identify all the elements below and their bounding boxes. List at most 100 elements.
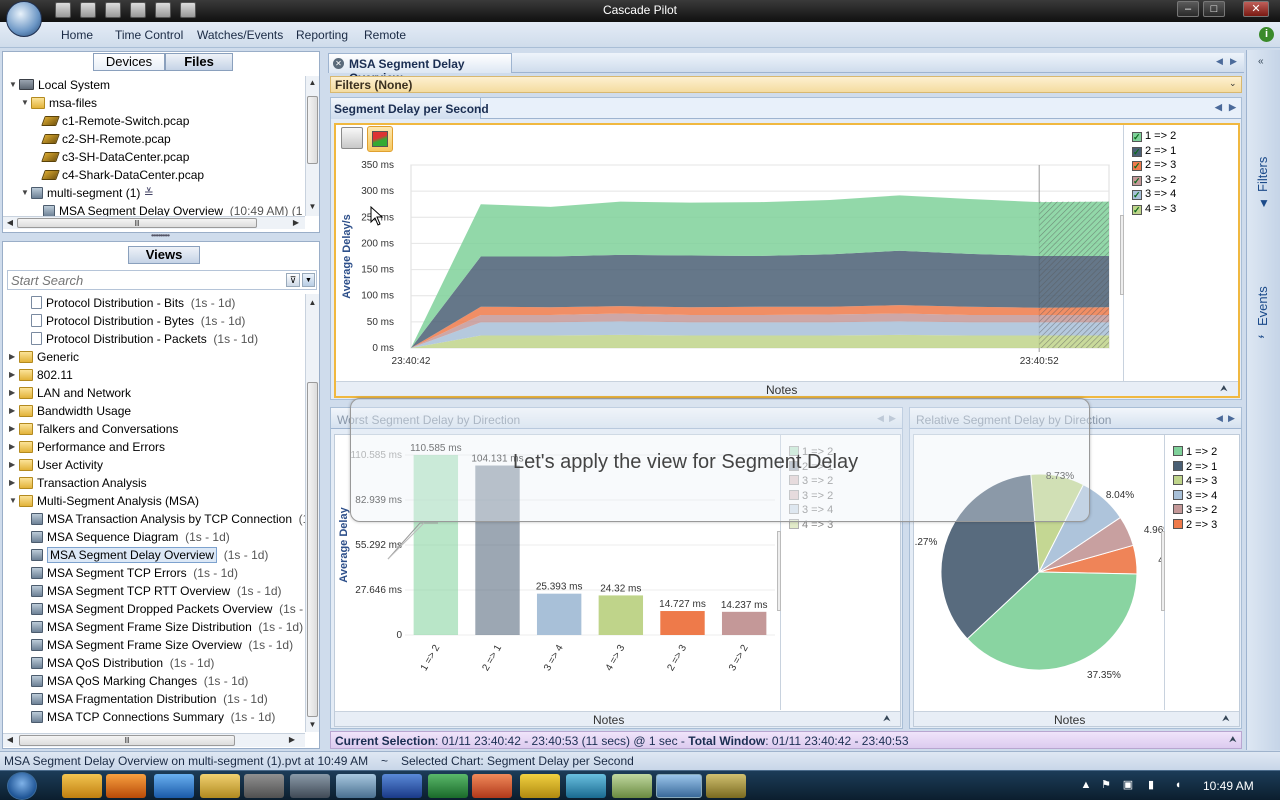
- notes-bar[interactable]: Notes ⮝: [336, 381, 1238, 397]
- file-tree-row[interactable]: ▼ Local System: [9, 76, 110, 94]
- tray-device-icon[interactable]: ▣: [1122, 779, 1134, 791]
- file-tree-row[interactable]: c1-Remote-Switch.pcap: [9, 112, 189, 130]
- file-tree-row[interactable]: c2-SH-Remote.pcap: [9, 130, 171, 148]
- menu-home[interactable]: Home: [61, 28, 93, 42]
- legend-item[interactable]: 4 => 3: [1173, 474, 1217, 488]
- view-tree-row[interactable]: MSA Segment Frame Size Overview (1s - 1d…: [9, 636, 293, 654]
- expand-up-icon[interactable]: ⮝: [1229, 734, 1237, 745]
- legend-checkbox[interactable]: ✓: [1132, 161, 1142, 171]
- files-vscroll[interactable]: ▲ ▼: [305, 76, 319, 216]
- legend-checkbox[interactable]: ✓: [1132, 132, 1142, 142]
- views-vscroll[interactable]: ▲ ▼: [305, 294, 319, 732]
- menu-reporting[interactable]: Reporting: [296, 28, 348, 42]
- expander-icon[interactable]: ▼: [9, 492, 19, 510]
- expander-icon[interactable]: ▶: [9, 438, 19, 456]
- taskbar-app-recorder[interactable]: [706, 774, 746, 798]
- legend-checkbox[interactable]: ✓: [1132, 146, 1142, 157]
- expander-icon[interactable]: ▶: [9, 420, 19, 438]
- taskbar-app-viewer[interactable]: [612, 774, 652, 798]
- chevron-down-icon[interactable]: ▼: [302, 273, 315, 287]
- settings-icon[interactable]: [180, 2, 196, 18]
- expander-icon[interactable]: ▼: [21, 94, 31, 112]
- collapse-icon[interactable]: «: [1258, 56, 1264, 67]
- close-tab-icon[interactable]: ✕: [333, 58, 344, 69]
- view-tree-row[interactable]: MSA Segment Dropped Packets Overview (1s…: [9, 600, 305, 618]
- taskbar-app-word[interactable]: [382, 774, 422, 798]
- view-tree-row[interactable]: Protocol Distribution - Bytes (1s - 1d): [9, 312, 245, 330]
- file-tree-row[interactable]: c4-Shark-DataCenter.pcap: [9, 166, 204, 184]
- view-tree-row[interactable]: MSA Transaction Analysis by TCP Connecti…: [9, 510, 305, 528]
- menu-remote[interactable]: Remote: [364, 28, 406, 42]
- legend-splitter[interactable]: [1120, 215, 1124, 295]
- legend-item[interactable]: ✓ 3 => 4: [1132, 187, 1176, 201]
- filter-icon[interactable]: ⊽: [286, 273, 300, 287]
- view-tree-row[interactable]: ▶ Bandwidth Usage: [9, 402, 131, 420]
- view-tree-row[interactable]: ▶ User Activity: [9, 456, 103, 474]
- tray-clock[interactable]: 10:49 AM: [1203, 779, 1254, 793]
- view-tree-row[interactable]: ▶ LAN and Network: [9, 384, 131, 402]
- menu-time-control[interactable]: Time Control: [115, 28, 183, 42]
- file-tree-row[interactable]: c3-SH-DataCenter.pcap: [9, 148, 189, 166]
- legend-item[interactable]: ✓ 4 => 3: [1132, 202, 1176, 216]
- view-tree-row[interactable]: ▶ Performance and Errors: [9, 438, 165, 456]
- legend-item[interactable]: ✓ 2 => 3: [1132, 158, 1176, 172]
- tab-files[interactable]: Files: [165, 53, 233, 71]
- tab-scroll-right-icon[interactable]: ▶: [1230, 56, 1237, 67]
- view-tree-row[interactable]: ▼ Multi-Segment Analysis (MSA): [9, 492, 199, 510]
- taskbar-app-powerpoint[interactable]: [472, 774, 512, 798]
- view-tree-row[interactable]: Protocol Distribution - Bits (1s - 1d): [9, 294, 235, 312]
- view-tree-row[interactable]: MSA Sequence Diagram (1s - 1d): [9, 528, 230, 546]
- start-button[interactable]: [7, 772, 37, 800]
- taskbar-app-excel[interactable]: [428, 774, 468, 798]
- tray-network-icon[interactable]: ▮: [1145, 779, 1157, 791]
- filters-bar[interactable]: Filters (None) ⌄: [330, 76, 1242, 93]
- document-tab[interactable]: ✕ MSA Segment Delay Overview: [328, 53, 512, 85]
- view-tree-row[interactable]: MSA Segment TCP RTT Overview (1s - 1d): [9, 582, 282, 600]
- expander-icon[interactable]: ▶: [9, 384, 19, 402]
- view-tree-row[interactable]: MSA TCP Connections Summary (1s - 1d): [9, 708, 275, 726]
- view-tree-row[interactable]: MSA Segment Frame Size Distribution (1s …: [9, 618, 303, 636]
- view-tree-row[interactable]: MSA Fragmentation Distribution (1s - 1d): [9, 690, 268, 708]
- view-tree-row[interactable]: Protocol Distribution - Packets (1s - 1d…: [9, 330, 258, 348]
- taskbar-app-network[interactable]: [336, 774, 376, 798]
- chart-next-icon[interactable]: ▶: [1229, 102, 1236, 113]
- minimize-button[interactable]: –: [1177, 1, 1199, 17]
- chart-next-icon[interactable]: ▶: [1228, 413, 1235, 424]
- legend-item[interactable]: 1 => 2: [1173, 445, 1217, 459]
- chevrons-icon[interactable]: ≚: [140, 186, 154, 200]
- close-button[interactable]: ✕: [1243, 1, 1269, 17]
- filters-side-tab[interactable]: Filters ▼: [1253, 140, 1275, 210]
- expander-icon[interactable]: ▶: [9, 402, 19, 420]
- taskbar-app-wireshark[interactable]: [566, 774, 606, 798]
- view-tree-row[interactable]: ▶ Talkers and Conversations: [9, 420, 178, 438]
- legend-item[interactable]: ✓ 3 => 2: [1132, 173, 1176, 187]
- taskbar-app-ie[interactable]: [154, 774, 194, 798]
- splitter-grip[interactable]: ••••••••••: [140, 232, 180, 240]
- help-icon[interactable]: i: [1259, 27, 1274, 42]
- expander-icon[interactable]: ▶: [9, 474, 19, 492]
- app-menu-button[interactable]: [6, 1, 42, 37]
- file-tree-row[interactable]: ▼ multi-segment (1) ≚: [9, 184, 154, 202]
- menu-watches-events[interactable]: Watches/Events: [197, 28, 283, 42]
- notes-bar[interactable]: Notes ⮝: [335, 711, 900, 727]
- selection-bar[interactable]: Current Selection: 01/11 23:40:42 - 23:4…: [330, 731, 1242, 749]
- legend-item[interactable]: ✓ 1 => 2: [1132, 129, 1176, 143]
- expander-icon[interactable]: ▼: [21, 184, 31, 202]
- file-tree-row[interactable]: MSA Segment Delay Overview (10:49 AM) (1: [9, 202, 302, 216]
- legend-checkbox[interactable]: ✓: [1132, 175, 1142, 186]
- view-tree-row[interactable]: ▶ Generic: [9, 348, 79, 366]
- taskbar-app-cascade-pilot[interactable]: [656, 774, 702, 798]
- legend-item[interactable]: 2 => 1: [1173, 460, 1217, 474]
- chart-prev-icon[interactable]: ◀: [1216, 413, 1223, 424]
- notes-bar[interactable]: Notes ⮝: [914, 711, 1239, 727]
- legend-item[interactable]: 2 => 3: [1173, 518, 1217, 532]
- expand-up-icon[interactable]: ⮝: [1222, 713, 1230, 724]
- segment-delay-area-chart[interactable]: 0 ms50 ms100 ms150 ms200 ms250 ms300 ms3…: [336, 125, 1242, 400]
- tray-volume-icon[interactable]: ◖: [1172, 779, 1184, 791]
- legend-checkbox[interactable]: ✓: [1132, 190, 1142, 200]
- view-tree-row[interactable]: ▶ 802.11: [9, 366, 73, 384]
- legend-item[interactable]: 3 => 4: [1173, 489, 1217, 503]
- taskbar-app-explorer[interactable]: [200, 774, 240, 798]
- files-hscroll[interactable]: ◀ Ⅲ ▶: [3, 216, 305, 229]
- taskbar-app-outlook[interactable]: [62, 774, 102, 798]
